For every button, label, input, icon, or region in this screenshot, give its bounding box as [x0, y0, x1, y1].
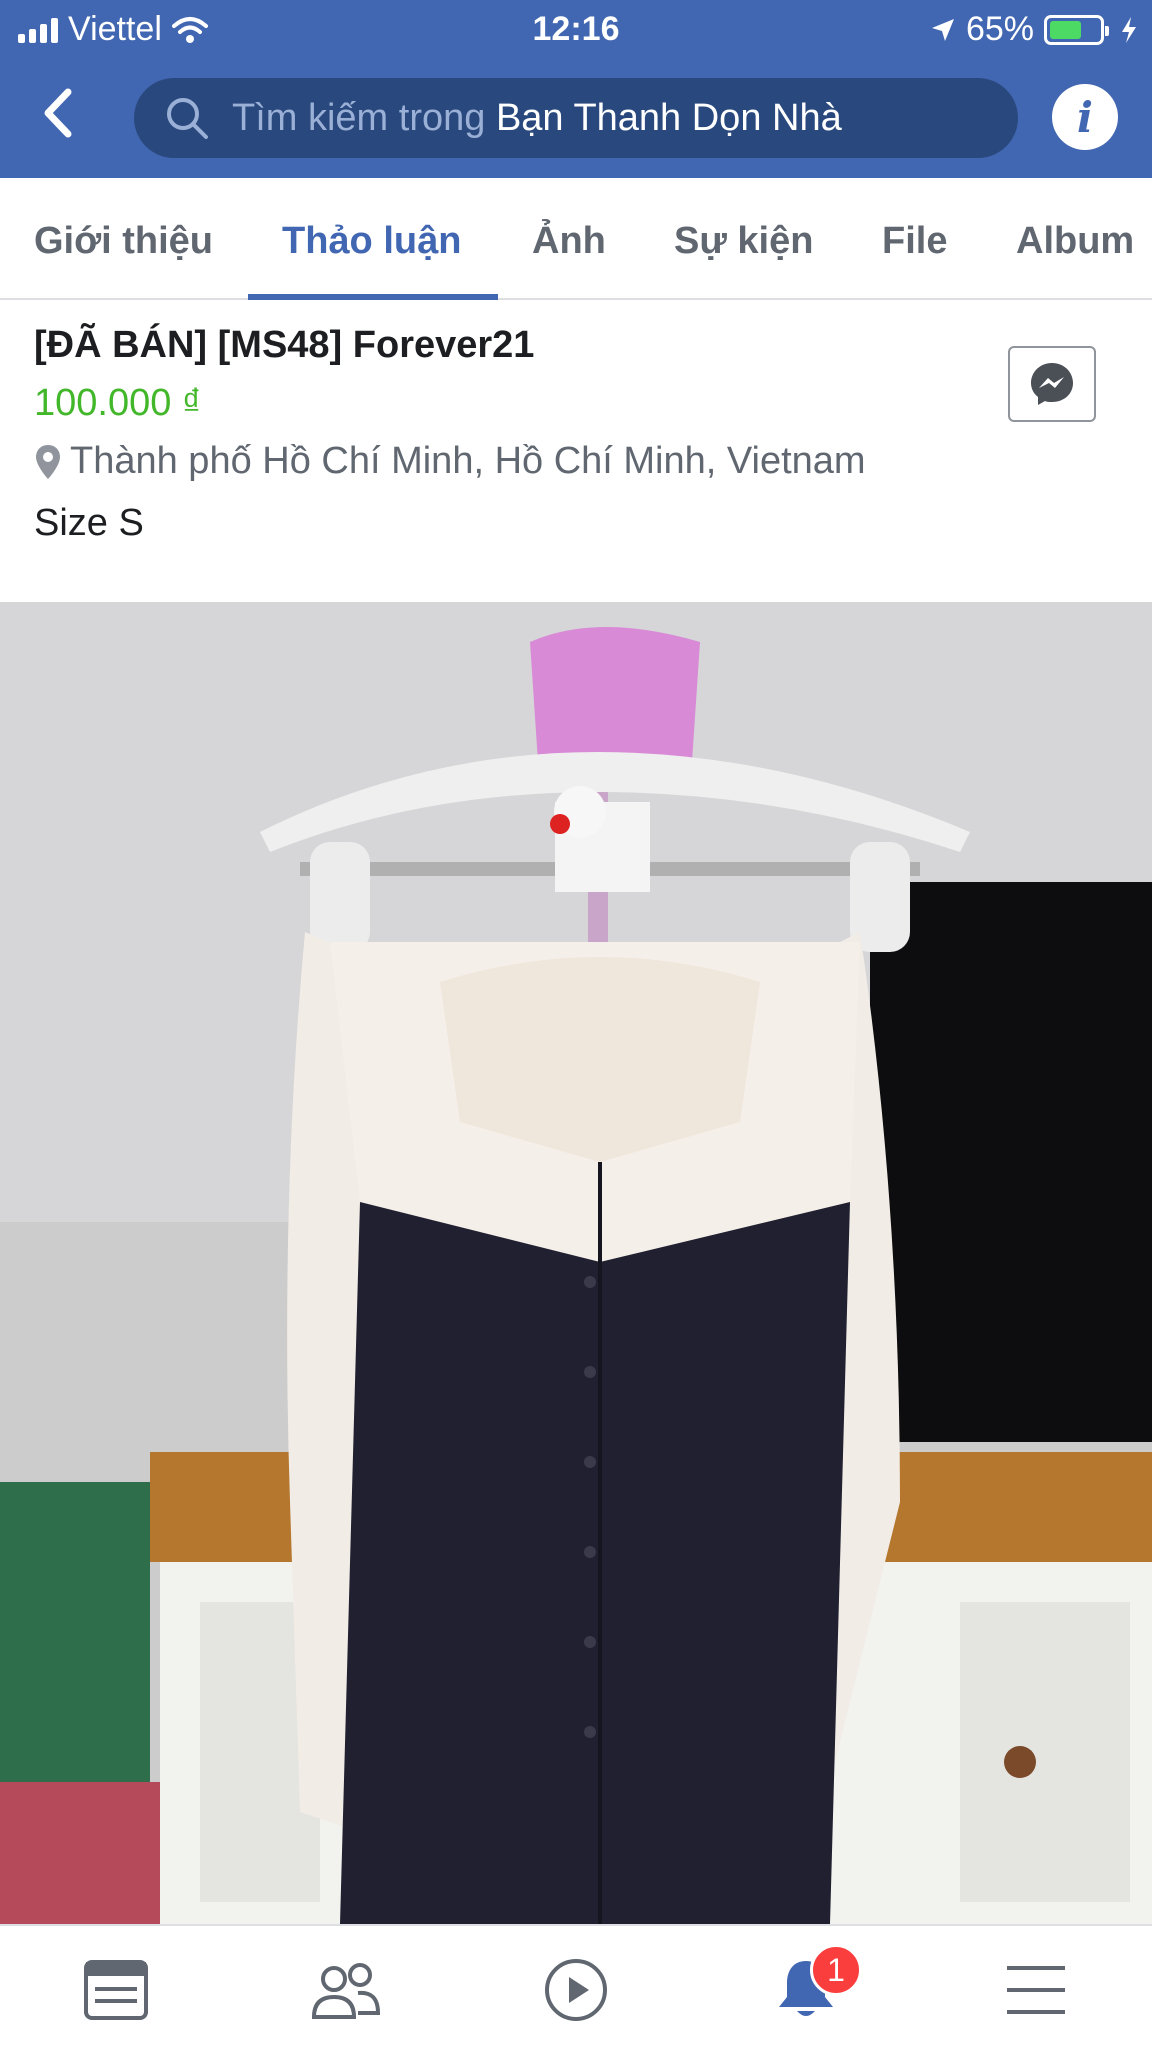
tab-su-kien[interactable]: Sự kiện	[674, 220, 813, 263]
back-icon	[44, 88, 72, 138]
tab-thao-luan[interactable]: Thảo luận	[282, 220, 461, 263]
post-title: [ĐÃ BÁN] [MS48] Forever21	[34, 324, 535, 366]
location-text: Thành phố Hồ Chí Minh, Hồ Chí Minh, Viet…	[70, 440, 866, 482]
sale-post-details: [ĐÃ BÁN] [MS48] Forever21 100.000 ₫ Thàn…	[0, 300, 1152, 602]
nav-groups[interactable]	[306, 1950, 386, 2030]
battery-percent: 65%	[965, 10, 1034, 48]
group-search-field[interactable]: Tìm kiếm trong Bạn Thanh Dọn Nhà	[134, 78, 1018, 158]
charging-icon	[1122, 16, 1136, 43]
group-tabs: Giới thiệu Thảo luận Ảnh Sự kiện File Al…	[0, 178, 1152, 300]
post-price: 100.000 ₫	[34, 382, 202, 424]
news-feed-icon	[84, 1960, 148, 2020]
product-photo[interactable]	[0, 602, 1152, 1924]
location-arrow-icon	[931, 18, 954, 41]
tab-file[interactable]: File	[882, 220, 947, 263]
nav-news-feed[interactable]	[76, 1950, 156, 2030]
post-location: Thành phố Hồ Chí Minh, Hồ Chí Minh, Viet…	[34, 440, 866, 483]
battery-icon	[1044, 14, 1109, 45]
message-seller-button[interactable]	[1008, 346, 1096, 422]
watch-icon	[545, 1959, 607, 2021]
location-pin-icon	[36, 444, 60, 479]
notification-badge: 1	[810, 1944, 862, 1996]
product-photo-illustration	[0, 602, 1152, 1924]
battery-level-fill	[1050, 20, 1082, 39]
messenger-icon	[1031, 363, 1073, 405]
search-icon	[167, 98, 208, 139]
menu-icon	[1007, 1966, 1065, 2014]
post-description: Size S	[34, 502, 144, 544]
status-right: 65%	[930, 10, 1138, 49]
bottom-navigation: 1	[0, 1924, 1152, 2048]
info-icon: i	[1077, 92, 1093, 142]
nav-menu[interactable]	[996, 1950, 1076, 2030]
back-button[interactable]	[38, 86, 88, 146]
search-placeholder: Tìm kiếm trong	[232, 96, 486, 139]
nav-watch[interactable]	[536, 1950, 616, 2030]
search-text: Tìm kiếm trong Bạn Thanh Dọn Nhà	[232, 97, 842, 140]
top-bar: Viettel 12:16 65% Tìm kiếm trong Bạn Tha…	[0, 0, 1152, 178]
tab-album[interactable]: Album	[1016, 220, 1134, 263]
search-group-name: Bạn Thanh Dọn Nhà	[495, 96, 842, 139]
tab-gioi-thieu[interactable]: Giới thiệu	[34, 220, 213, 263]
info-button[interactable]: i	[1052, 84, 1118, 150]
groups-icon	[311, 1963, 381, 2019]
tab-anh[interactable]: Ảnh	[532, 220, 606, 263]
status-bar: Viettel 12:16 65%	[0, 0, 1152, 58]
